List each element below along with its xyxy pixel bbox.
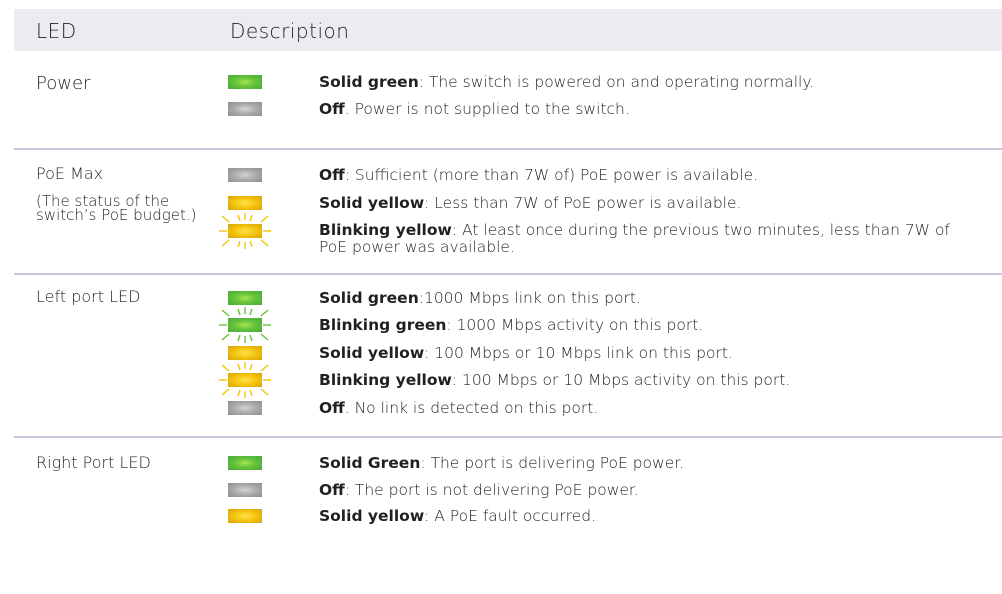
header-led: LED <box>36 19 77 43</box>
header-description: Description <box>230 19 350 43</box>
led-table: LED Description Power Solid green: The sw… <box>14 9 1002 528</box>
led-description: Solid Green: The port is delivering PoE … <box>319 454 684 472</box>
led-description: Solid yellow: A PoE fault occurred. <box>319 507 596 525</box>
blink-rays-icon <box>219 213 271 249</box>
table-row: Off. No link is detected on this port. <box>14 395 1002 423</box>
led-description: Solid yellow: Less than 7W of PoE power … <box>319 194 741 212</box>
led-square <box>228 102 262 116</box>
led-state: Off <box>319 481 345 499</box>
led-description: Blinking yellow: 100 Mbps or 10 Mbps act… <box>319 371 790 389</box>
led-state-detail: : 1000 Mbps activity on this port. <box>446 316 704 334</box>
section-right-port-led: Right Port LED Solid Green: The port is d… <box>14 438 1002 528</box>
led-state-detail: : A PoE fault occurred. <box>424 507 596 525</box>
led-state: Off <box>319 166 345 184</box>
section-left-port-led: Left port LED Solid green:1000 Mbps link … <box>14 275 1002 438</box>
table-row: Off: Sufficient (more than 7W of) PoE po… <box>14 162 1002 190</box>
solid-yellow-led-icon <box>228 196 262 210</box>
led-state-detail: : Sufficient (more than 7W of) PoE power… <box>344 166 759 184</box>
solid-green-led-icon <box>228 291 262 305</box>
led-state: Blinking yellow <box>319 371 452 389</box>
blinking-green-led-icon <box>219 307 271 343</box>
led-state-detail: : 100 Mbps or 10 Mbps activity on this p… <box>451 371 791 389</box>
led-state-detail: :1000 Mbps link on this port. <box>418 289 641 307</box>
led-description: Off. Power is not supplied to the switch… <box>319 100 630 118</box>
table-header: LED Description <box>14 9 1002 51</box>
section-poe-max: PoE Max (The status of the switch’s PoE b… <box>14 150 1002 275</box>
solid-yellow-led-icon <box>228 509 262 523</box>
led-state-detail: . No link is detected on this port. <box>344 399 599 417</box>
table-row: Blinking yellow: 100 Mbps or 10 Mbps act… <box>14 362 1002 398</box>
table-row: Solid yellow: A PoE fault occurred. <box>14 503 1002 531</box>
led-square <box>228 509 262 523</box>
table-row: Off: The port is not delivering PoE powe… <box>14 477 1002 505</box>
led-state: Solid green <box>319 289 419 307</box>
led-square <box>228 196 262 210</box>
led-description: Blinking yellow: At least once during th… <box>319 222 979 256</box>
solid-gray-led-icon <box>228 401 262 415</box>
led-state-detail: : The port is not delivering PoE power. <box>344 481 639 499</box>
led-state-detail: . Power is not supplied to the switch. <box>344 100 630 118</box>
led-description: Solid green: The switch is powered on an… <box>319 73 814 91</box>
solid-gray-led-icon <box>228 168 262 182</box>
led-state: Solid yellow <box>319 344 425 362</box>
led-description: Off: The port is not delivering PoE powe… <box>319 481 639 499</box>
led-description: Blinking green: 1000 Mbps activity on th… <box>319 316 703 334</box>
table-row: Solid green: The switch is powered on an… <box>14 69 1002 97</box>
led-state: Off <box>319 399 345 417</box>
table-row: Blinking green: 1000 Mbps activity on th… <box>14 307 1002 343</box>
led-state-detail: : The switch is powered on and operating… <box>418 73 815 91</box>
led-description: Off: Sufficient (more than 7W of) PoE po… <box>319 166 758 184</box>
table-row: Solid green:1000 Mbps link on this port. <box>14 285 1002 313</box>
led-state-detail: : 100 Mbps or 10 Mbps link on this port. <box>424 344 733 362</box>
blink-rays-icon <box>219 362 271 398</box>
led-state-detail: : The port is delivering PoE power. <box>420 454 685 472</box>
blink-rays-icon <box>219 307 271 343</box>
led-square <box>228 346 262 360</box>
led-square <box>228 168 262 182</box>
led-square <box>228 401 262 415</box>
table-body: Power Solid green: The switch is powered … <box>14 51 1002 528</box>
led-square <box>228 75 262 89</box>
led-state: Off <box>319 100 345 118</box>
led-square <box>228 291 262 305</box>
solid-gray-led-icon <box>228 102 262 116</box>
led-state-detail: : Less than 7W of PoE power is available… <box>424 194 742 212</box>
led-description: Off. No link is detected on this port. <box>319 399 598 417</box>
led-state: Solid yellow <box>319 507 425 525</box>
section-power: Power Solid green: The switch is powered … <box>14 51 1002 150</box>
table-row: Solid Green: The port is delivering PoE … <box>14 450 1002 478</box>
blinking-yellow-led-icon <box>219 362 271 398</box>
solid-gray-led-icon <box>228 483 262 497</box>
led-square <box>228 483 262 497</box>
led-state: Solid green <box>319 73 419 91</box>
led-description: Solid green:1000 Mbps link on this port. <box>319 289 641 307</box>
table-row: Blinking yellow: At least once during th… <box>14 213 1002 256</box>
led-square <box>228 456 262 470</box>
table-row: Solid yellow: Less than 7W of PoE power … <box>14 190 1002 218</box>
led-state: Blinking green <box>319 316 447 334</box>
table-row: Off. Power is not supplied to the switch… <box>14 96 1002 124</box>
blinking-yellow-led-icon <box>219 213 271 249</box>
solid-yellow-led-icon <box>228 346 262 360</box>
led-state: Blinking yellow <box>319 221 452 239</box>
table-row: Solid yellow: 100 Mbps or 10 Mbps link o… <box>14 340 1002 368</box>
led-state: Solid Green <box>319 454 421 472</box>
led-description: Solid yellow: 100 Mbps or 10 Mbps link o… <box>319 344 733 362</box>
solid-green-led-icon <box>228 75 262 89</box>
led-state: Solid yellow <box>319 194 425 212</box>
solid-green-led-icon <box>228 456 262 470</box>
